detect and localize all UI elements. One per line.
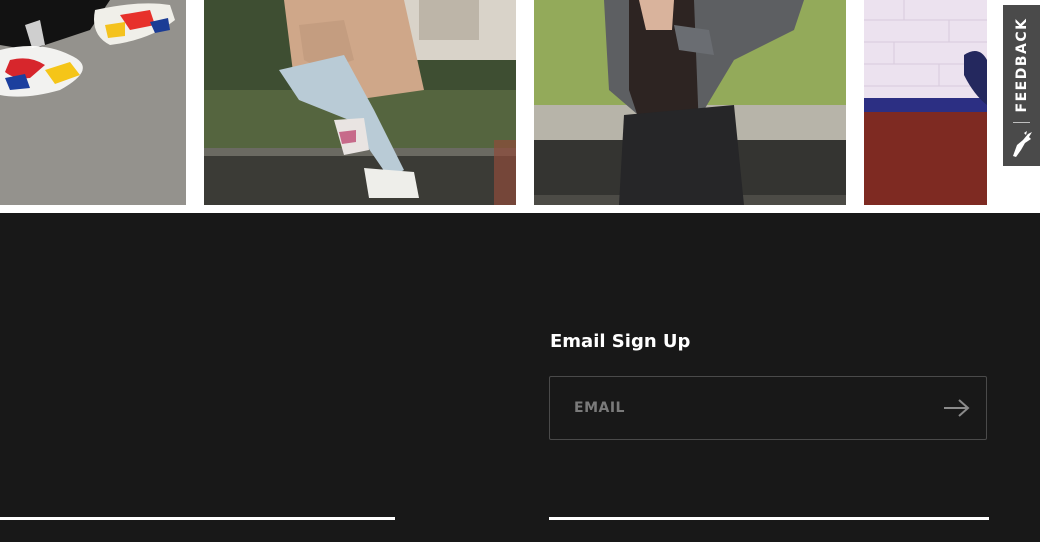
gallery-photo-person-sitting[interactable]	[204, 0, 516, 205]
gallery-photo-sneakers[interactable]	[0, 0, 186, 205]
email-signup-title: Email Sign Up	[550, 331, 691, 352]
sneakers-on-pavement-photo	[0, 0, 186, 205]
person-on-bench-photo	[534, 0, 846, 205]
skateboarder-photo	[864, 0, 987, 205]
photo-gallery	[0, 0, 1040, 213]
email-submit-button[interactable]	[938, 394, 972, 422]
feedback-divider	[1013, 122, 1030, 123]
footer-divider-left	[0, 517, 395, 520]
puma-logo-icon	[1013, 131, 1032, 157]
feedback-label: FEEDBACK	[1013, 17, 1030, 113]
page: FEEDBACK Email Sign Up	[0, 0, 1040, 542]
person-sitting-on-ledge-photo	[204, 0, 516, 205]
gallery-photo-person-bench[interactable]	[534, 0, 846, 205]
email-signup-form	[549, 376, 987, 440]
footer: Email Sign Up	[0, 213, 1040, 542]
footer-divider-right	[549, 517, 989, 520]
arrow-right-icon	[944, 399, 970, 417]
email-input[interactable]	[550, 377, 920, 439]
feedback-tab[interactable]: FEEDBACK	[1003, 5, 1040, 166]
gallery-photo-skateboarder[interactable]	[864, 0, 987, 205]
